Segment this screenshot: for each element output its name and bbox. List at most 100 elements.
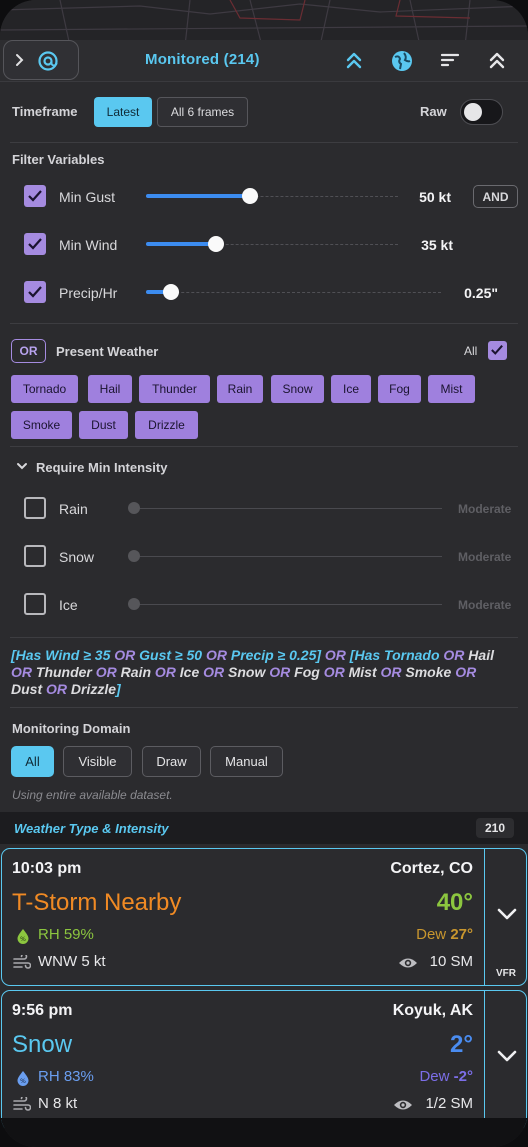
domain-visible-button[interactable]: Visible [63,746,132,777]
snow-intensity-thumb[interactable] [128,550,140,562]
station-card[interactable]: 9:56 pm Koyuk, AK Snow 2° % RH 83% Dew -… [1,990,527,1130]
divider [10,707,518,708]
weather-tag-hail[interactable]: Hail [88,375,132,403]
min-gust-label: Min Gust [59,189,116,205]
observation-time: 10:03 pm [12,860,82,877]
precip-slider-track[interactable] [146,292,441,293]
min-intensity-label[interactable]: Require Min Intensity [36,460,167,475]
min-gust-value: 50 kt [419,189,451,205]
svg-text:%: % [20,1078,26,1085]
chevron-down-icon[interactable] [496,1049,518,1063]
expand-panel-button[interactable] [3,40,79,80]
panel-title: Monitored (214) [145,51,260,68]
expression-term: Hail [464,647,494,663]
expression-operator: OR [455,664,477,680]
station-location: Cortez, CO [390,860,473,877]
weather-tag-drizzle[interactable]: Drizzle [135,411,198,439]
and-combinator-button[interactable]: AND [473,185,518,208]
divider [10,142,518,143]
snow-intensity-slider[interactable] [134,556,442,557]
weather-tag-dust[interactable]: Dust [79,411,128,439]
timeframe-label: Timeframe [12,104,78,119]
monitoring-domain-label: Monitoring Domain [12,721,131,736]
station-card[interactable]: 10:03 pm Cortez, CO T-Storm Nearby 40° %… [1,848,527,986]
weather-tag-snow[interactable]: Snow [271,375,324,403]
expression-operator: OR [443,647,465,663]
wind-icon [13,1097,31,1111]
dew-point: Dew -2° [419,1068,473,1085]
wind: N 8 kt [38,1095,78,1112]
rain-intensity-thumb[interactable] [128,502,140,514]
expression-term: Precip ≥ 0.25] [226,647,325,663]
timeframe-latest-button[interactable]: Latest [94,97,152,127]
weather-tag-tornado[interactable]: Tornado [11,375,78,403]
min-gust-slider-thumb[interactable] [242,188,258,204]
ice-intensity-level: Moderate [458,598,512,612]
expression-operator: OR [323,664,345,680]
rain-intensity-checkbox[interactable] [24,497,46,519]
all-label: All [464,344,478,358]
double-chevron-up-icon[interactable] [344,49,364,71]
weather-tag-ice[interactable]: Ice [331,375,371,403]
globe-icon[interactable] [390,49,414,73]
visibility-eye-icon [399,958,417,968]
dew-point: Dew 27° [416,926,473,943]
all-weather-checkbox[interactable] [488,341,507,360]
divider [10,637,518,638]
precip-checkbox[interactable] [24,281,46,303]
results-header: Weather Type & Intensity 210 [0,812,528,844]
snow-intensity-level: Moderate [458,550,512,564]
timeframe-all-frames-button[interactable]: All 6 frames [157,97,248,127]
rain-intensity-slider[interactable] [134,508,442,509]
chevron-down-icon[interactable] [496,907,518,921]
expression-operator: OR [203,664,225,680]
snow-intensity-label: Snow [59,549,95,565]
humidity-drop-icon: % [17,929,29,944]
raw-label: Raw [420,104,447,119]
ice-intensity-checkbox[interactable] [24,593,46,615]
weather-tag-fog[interactable]: Fog [378,375,421,403]
sort-icon[interactable] [440,49,460,71]
weather-tag-thunder[interactable]: Thunder [139,375,210,403]
expression-term: Mist [344,664,381,680]
precip-value: 0.25" [464,285,498,301]
ice-intensity-thumb[interactable] [128,598,140,610]
expression-operator: OR [114,647,136,663]
weather-tag-mist[interactable]: Mist [428,375,475,403]
ice-intensity-slider[interactable] [134,604,442,605]
chevron-right-icon [16,54,24,66]
chevron-down-icon[interactable] [16,461,28,471]
min-wind-slider-fill [146,242,216,246]
weather-tag-rain[interactable]: Rain [217,375,263,403]
visibility: 1/2 SM [425,1095,473,1112]
min-wind-slider-thumb[interactable] [208,236,224,252]
expression-operator: OR [269,664,291,680]
card-divider [484,991,485,1129]
relative-humidity: RH 83% [38,1068,94,1085]
expression-term: Smoke [401,664,456,680]
snow-intensity-checkbox[interactable] [24,545,46,567]
domain-all-button[interactable]: All [11,746,54,777]
station-location: Koyuk, AK [392,1002,473,1019]
precip-slider-thumb[interactable] [163,284,179,300]
collapse-icon[interactable] [487,49,507,71]
weather-tag-smoke[interactable]: Smoke [11,411,72,439]
raw-toggle[interactable] [460,99,503,125]
observation-time: 9:56 pm [12,1002,73,1019]
expression-term: Rain [116,664,155,680]
domain-draw-button[interactable]: Draw [142,746,201,777]
expression-operator: OR [154,664,176,680]
results-title[interactable]: Weather Type & Intensity [14,821,169,836]
filter-variables-label: Filter Variables [12,152,105,167]
or-combinator-button[interactable]: OR [11,339,46,363]
wind-icon [13,955,31,969]
min-gust-checkbox[interactable] [24,185,46,207]
divider [10,323,518,324]
domain-manual-button[interactable]: Manual [210,746,283,777]
expression-term: Fog [290,664,324,680]
min-wind-checkbox[interactable] [24,233,46,255]
at-sign-icon [38,51,58,71]
humidity-drop-icon: % [17,1071,29,1086]
expression-term: ] [116,681,121,697]
dew-label: Dew [416,926,447,943]
